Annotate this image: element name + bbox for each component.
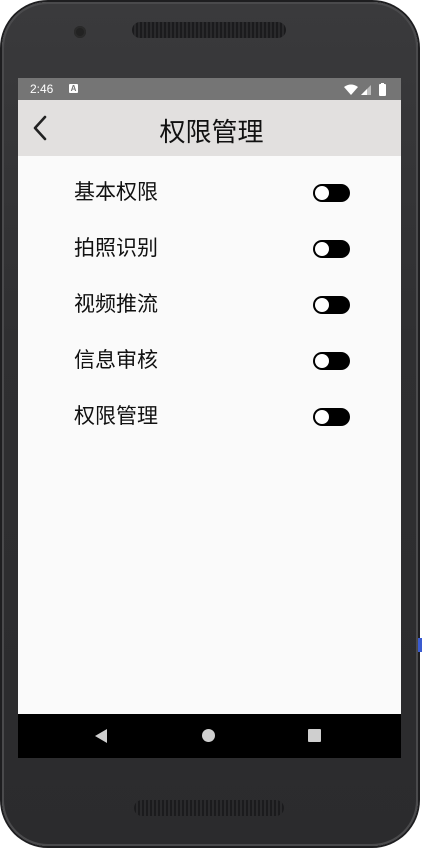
battery-icon xyxy=(379,83,386,96)
permission-toggle-info-review[interactable] xyxy=(313,352,350,370)
permission-list: 基本权限 拍照识别 视频推流 信息审核 权限管理 xyxy=(18,164,401,444)
app-bar: 权限管理 xyxy=(18,100,401,156)
side-button xyxy=(418,638,422,652)
permission-row-basic: 基本权限 xyxy=(18,164,401,220)
permission-toggle-photo-recognition[interactable] xyxy=(313,240,350,258)
permission-label: 基本权限 xyxy=(74,180,158,204)
front-camera xyxy=(74,26,86,38)
permission-row-info-review: 信息审核 xyxy=(18,332,401,388)
permission-row-permission-management: 权限管理 xyxy=(18,388,401,444)
permission-row-photo-recognition: 拍照识别 xyxy=(18,220,401,276)
status-bar: 2:46 A xyxy=(18,78,401,100)
toggle-knob xyxy=(315,354,329,368)
toggle-knob xyxy=(315,186,329,200)
system-nav-bar xyxy=(18,714,401,758)
permission-toggle-permission-management[interactable] xyxy=(313,408,350,426)
permission-row-video-stream: 视频推流 xyxy=(18,276,401,332)
nav-recents-icon[interactable] xyxy=(308,729,321,742)
top-speaker-grille xyxy=(132,22,286,38)
status-time: 2:46 xyxy=(30,82,54,96)
permission-toggle-basic[interactable] xyxy=(313,184,350,202)
permission-label: 拍照识别 xyxy=(74,236,158,260)
permission-toggle-video-stream[interactable] xyxy=(313,296,350,314)
toggle-knob xyxy=(315,242,329,256)
page-title: 权限管理 xyxy=(159,118,264,148)
nav-home-icon[interactable] xyxy=(202,729,215,742)
signal-icon xyxy=(361,85,371,95)
wifi-icon xyxy=(344,84,358,95)
toggle-knob xyxy=(315,410,329,424)
notification-a-icon: A xyxy=(69,84,78,93)
screen: 2:46 A 权限管理 基本权限 拍照识别 视频推流 信息审核 权限管理 xyxy=(18,78,401,758)
status-icons xyxy=(343,82,391,96)
phone-frame: 2:46 A 权限管理 基本权限 拍照识别 视频推流 信息审核 权限管理 xyxy=(0,0,422,852)
permission-label: 权限管理 xyxy=(74,404,158,428)
bottom-speaker-grille xyxy=(134,800,284,816)
permission-label: 视频推流 xyxy=(74,292,158,316)
nav-back-icon[interactable] xyxy=(95,729,107,743)
toggle-knob xyxy=(315,298,329,312)
permission-label: 信息审核 xyxy=(74,348,158,372)
